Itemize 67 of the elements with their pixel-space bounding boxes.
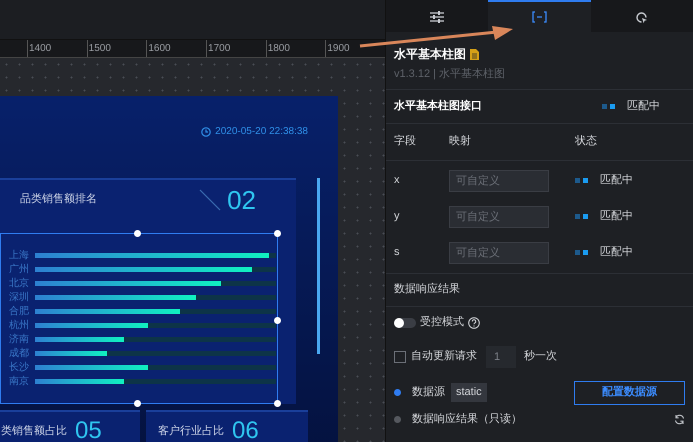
sliders-icon [430,11,444,23]
ruler-label: 1800 [266,40,326,57]
ruler-label: 1400 [27,40,87,57]
mapping-input[interactable]: 可自定义 [449,206,549,228]
resize-handle[interactable] [274,317,281,324]
status-text: 匹配中 [600,173,633,188]
component-version: v1.3.12 | 水平基本柱图 [394,67,506,82]
status-indicator-icon [575,250,588,255]
bar-label: 杭州 [9,320,29,331]
card-title: 客户行业占比 [158,424,224,439]
status-indicator-icon [602,104,615,108]
toggle-label: 受控模式 [420,314,464,330]
resize-handle[interactable] [134,400,141,407]
datetime: 2020-05-20 22:38:38 [215,125,308,139]
ruler-label: 1500 [86,40,146,57]
status-text: 匹配中 [600,209,633,224]
brackets-icon [532,11,547,23]
toggle-switch[interactable] [394,318,416,328]
mapping-input[interactable]: 可自定义 [449,242,549,264]
section-title: 数据响应结果 [394,282,460,298]
bar-label: 上海 [9,250,29,261]
document-icon [470,48,479,60]
status-indicator-icon [575,178,588,183]
card-title: 品类销售额排名 [20,192,98,208]
resize-handle[interactable] [134,230,141,238]
clock-icon [201,126,212,136]
ruler-label: 1700 [206,40,266,57]
status-indicator-icon [575,214,588,219]
resize-handle[interactable] [274,230,281,238]
status-text: 匹配中 [627,98,661,114]
source-tag: static [451,383,487,402]
card-title: 类销售额占比 [1,424,67,439]
status-text: 匹配中 [600,245,633,260]
column-header: 字段 [394,134,417,150]
cursor-circle-icon [635,10,648,24]
panel-tab[interactable] [488,0,591,32]
bar-label: 南京 [9,376,29,387]
slash-icon [199,188,222,211]
field-name: s [394,245,400,260]
bar-label: 济南 [9,334,29,345]
component-title: 水平基本柱图 [394,46,466,63]
ruler-label: 1600 [146,40,206,57]
column-header: 状态 [575,134,597,150]
bar-label: 深圳 [9,292,29,303]
field-name: x [394,173,400,188]
checkbox-label: 自动更新请求 [411,348,477,364]
bar-label: 合肥 [9,306,29,317]
interface-name: 水平基本柱图接口 [394,98,483,114]
bar-label: 北京 [9,278,29,289]
interval-unit: 秒一次 [524,349,557,364]
bar-label: 长沙 [9,362,29,373]
mapping-input[interactable]: 可自定义 [449,170,549,192]
field-name: y [394,209,400,224]
source-label: 数据源 [412,385,445,400]
card-number: 02 [227,186,256,213]
card-number: 05 [75,419,102,442]
refresh-icon[interactable] [674,414,685,425]
column-header: 映射 [449,134,472,150]
configure-source-button[interactable]: 配置数据源 [574,380,685,404]
interval-input[interactable]: 1 [486,346,516,368]
checkbox[interactable] [394,350,406,362]
resize-handle[interactable] [274,400,281,407]
card-number: 06 [232,419,259,442]
bar-label: 成都 [9,348,29,359]
result-label: 数据响应结果（只读） [412,412,523,428]
help-icon [468,316,480,328]
bar-label: 广州 [9,264,29,275]
